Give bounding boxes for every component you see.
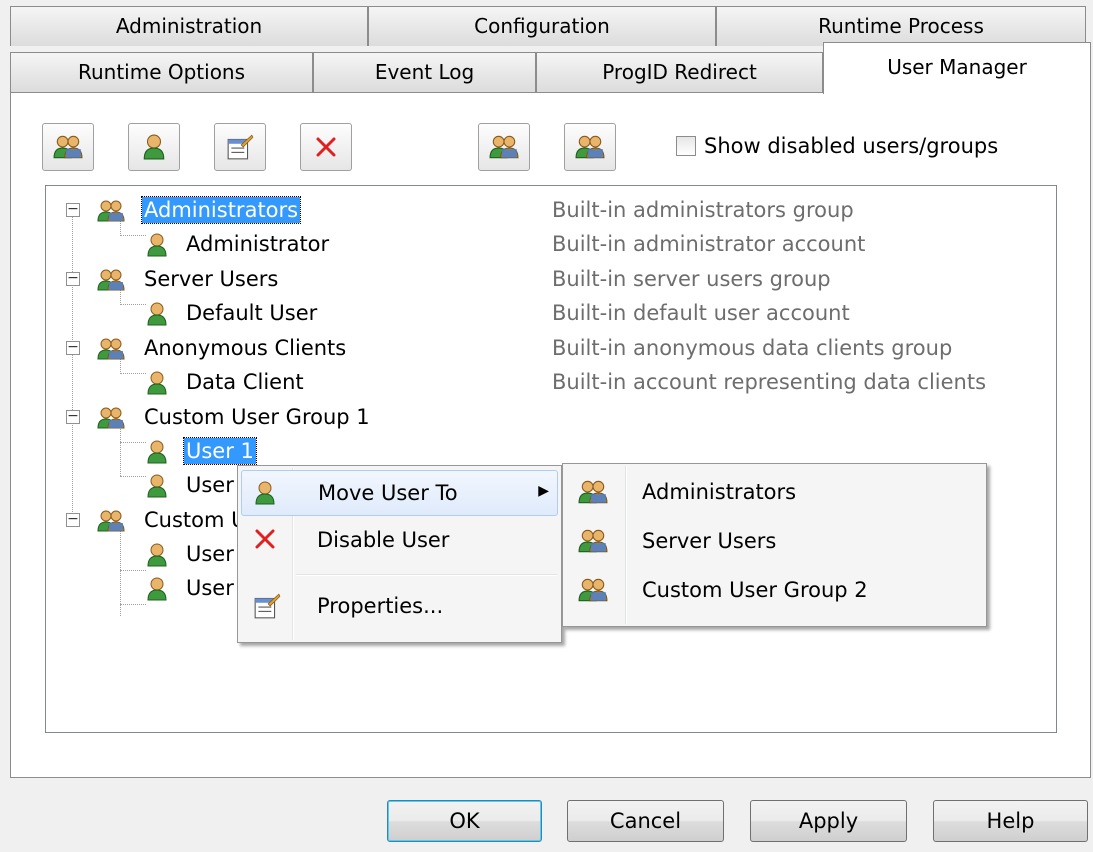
cancel-button[interactable]: Cancel (567, 800, 724, 842)
menu-separator (296, 574, 557, 576)
user-icon (254, 480, 276, 506)
group-icon (96, 337, 126, 361)
new-group-button[interactable] (42, 123, 94, 171)
menu-item-properties[interactable]: Properties... (241, 584, 558, 630)
tree-label: Administrator (186, 232, 330, 256)
tree-description: Built-in default user account (552, 301, 850, 325)
user-icon (146, 474, 168, 498)
tree-label: User (186, 576, 234, 600)
submenu-arrow-icon: ▶ (538, 483, 549, 499)
menu-label: Custom User Group 2 (642, 578, 868, 602)
collapse-toggle[interactable]: − (66, 271, 80, 286)
import-icon (489, 134, 519, 160)
delete-icon (253, 527, 277, 551)
tree-description: Built-in administrators group (552, 198, 854, 222)
tree-description: Built-in server users group (552, 267, 831, 291)
tree-label: Custom User Group 1 (144, 405, 370, 429)
collapse-toggle[interactable]: − (66, 340, 80, 355)
move-user-submenu: Administrators Server Users Custom User … (562, 463, 987, 627)
collapse-toggle[interactable]: − (66, 409, 80, 424)
user-icon (146, 371, 168, 395)
tree-label: Custom U (144, 508, 247, 532)
group-icon (578, 479, 608, 505)
new-user-button[interactable] (128, 123, 180, 171)
tree-group-administrators[interactable]: − Administrators Built-in administrators… (46, 194, 1056, 228)
apply-button[interactable]: Apply (750, 800, 907, 842)
checkbox-box[interactable] (676, 136, 696, 156)
properties-button[interactable] (214, 123, 266, 171)
tree-group-custom-1[interactable]: − Custom User Group 1 (46, 401, 1056, 435)
collapse-toggle[interactable]: − (66, 202, 80, 217)
menu-label: Move User To (318, 481, 458, 505)
tree-label: User 1 (183, 437, 257, 465)
properties-icon (226, 134, 254, 160)
delete-button[interactable] (300, 123, 352, 171)
tree-label: User (186, 542, 234, 566)
group-icon (578, 577, 608, 603)
tab-runtime-options[interactable]: Runtime Options (10, 52, 313, 92)
menu-label: Administrators (642, 480, 797, 504)
submenu-item-custom-group-2[interactable]: Custom User Group 2 (566, 568, 983, 614)
group-icon (96, 509, 126, 533)
tree-label: Server Users (144, 267, 279, 291)
user-icon (146, 543, 168, 567)
context-menu: Move User To ▶ Disable User Properties..… (237, 465, 562, 643)
new-user-icon (142, 134, 166, 160)
group-icon (96, 199, 126, 223)
tree-user-default[interactable]: Default User Built-in default user accou… (46, 297, 1056, 331)
tab-administration[interactable]: Administration (10, 6, 368, 46)
tree-label: Data Client (186, 370, 304, 394)
delete-icon (314, 135, 338, 159)
tree-description: Built-in account representing data clien… (552, 370, 987, 394)
tree-label: User (186, 473, 234, 497)
group-icon (578, 528, 608, 554)
user-tree[interactable]: − Administrators Built-in administrators… (45, 185, 1057, 733)
submenu-item-administrators[interactable]: Administrators (566, 470, 983, 516)
tree-label: Administrators (140, 196, 302, 224)
tree-label: Default User (186, 301, 318, 325)
group-icon (96, 406, 126, 430)
tree-group-anonymous-clients[interactable]: − Anonymous Clients Built-in anonymous d… (46, 332, 1056, 366)
menu-item-disable-user[interactable]: Disable User (241, 518, 558, 564)
tree-group-server-users[interactable]: − Server Users Built-in server users gro… (46, 263, 1056, 297)
ok-button[interactable]: OK (387, 800, 542, 842)
user-icon (146, 440, 168, 464)
group-icon (96, 268, 126, 292)
tree-description: Built-in administrator account (552, 232, 866, 256)
menu-label: Disable User (317, 528, 450, 552)
show-disabled-label: Show disabled users/groups (704, 134, 999, 158)
help-button[interactable]: Help (933, 800, 1088, 842)
tree-user-data-client[interactable]: Data Client Built-in account representin… (46, 366, 1056, 400)
show-disabled-checkbox[interactable]: Show disabled users/groups (676, 134, 998, 158)
tree-label: Anonymous Clients (144, 336, 347, 360)
menu-item-move-user-to[interactable]: Move User To ▶ (241, 470, 558, 516)
user-icon (146, 302, 168, 326)
export-users-button[interactable] (564, 123, 616, 171)
user-icon (146, 577, 168, 601)
menu-label: Properties... (317, 594, 444, 618)
properties-icon (253, 593, 281, 619)
tab-event-log[interactable]: Event Log (313, 52, 536, 92)
tree-description: Built-in anonymous data clients group (552, 336, 953, 360)
export-icon (575, 134, 605, 160)
collapse-toggle[interactable]: − (66, 512, 80, 527)
import-users-button[interactable] (478, 123, 530, 171)
tab-configuration[interactable]: Configuration (368, 6, 716, 46)
user-icon (146, 233, 168, 257)
submenu-item-server-users[interactable]: Server Users (566, 519, 983, 565)
tab-runtime-process[interactable]: Runtime Process (716, 6, 1086, 46)
tree-user-administrator[interactable]: Administrator Built-in administrator acc… (46, 228, 1056, 262)
menu-label: Server Users (642, 529, 777, 553)
tab-progid-redirect[interactable]: ProgID Redirect (536, 52, 823, 92)
new-group-icon (53, 134, 83, 160)
tab-user-manager[interactable]: User Manager (823, 42, 1091, 94)
